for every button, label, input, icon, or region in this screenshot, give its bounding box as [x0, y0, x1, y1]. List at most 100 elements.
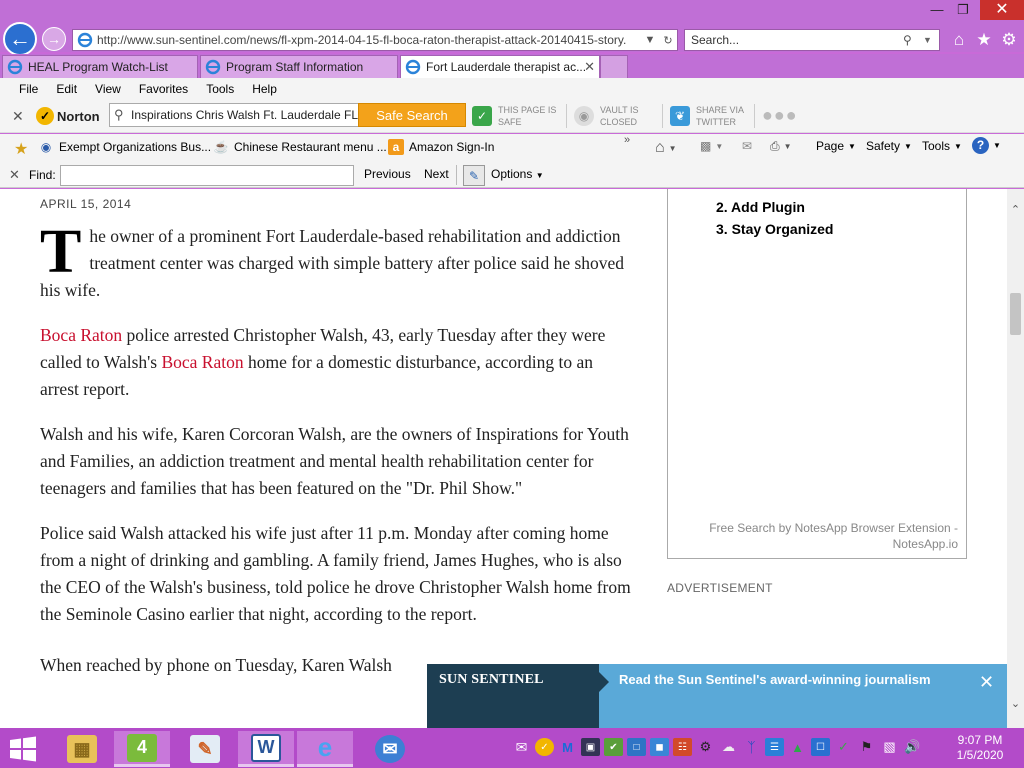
chevron-right-icon[interactable]: » [624, 134, 630, 146]
close-icon[interactable]: ✕ [584, 59, 595, 75]
menu-help[interactable]: Help [252, 82, 277, 96]
home-icon[interactable]: ⌂ ▼ [655, 139, 677, 157]
chevron-up-icon[interactable]: ⌃ [1007, 203, 1024, 219]
page-menu[interactable]: Page ▼ [816, 139, 856, 153]
print-icon[interactable]: ⎙ ▼ [770, 139, 792, 154]
page-viewport: APRIL 15, 2014 The owner of a prominent … [0, 189, 1007, 728]
dropdown-icon[interactable]: ▼ [641, 34, 659, 46]
vault-line2: CLOSED [600, 117, 638, 127]
mail-icon[interactable]: ✉ [512, 738, 531, 756]
highlight-icon[interactable]: ✎ [463, 165, 485, 186]
menu-file[interactable]: File [19, 82, 38, 96]
scroll-thumb[interactable] [1010, 293, 1021, 335]
favorites-star-icon[interactable]: ★ [973, 29, 995, 51]
close-icon[interactable]: ✕ [12, 108, 24, 125]
taskbar-app-4[interactable]: 4 [114, 731, 170, 767]
tab-label: Fort Lauderdale therapist ac... [426, 60, 587, 74]
feeds-icon[interactable]: ▩ ▼ [700, 139, 723, 153]
restore-button[interactable]: ❐ [948, 0, 978, 20]
safe-search-button[interactable]: Safe Search [358, 103, 466, 127]
search-icon[interactable]: ⚲ [903, 33, 923, 47]
mail-icon[interactable]: ✉ [742, 139, 752, 153]
system-clock[interactable]: 9:07 PM 1/5/2020 [948, 733, 1012, 763]
subscription-promo-banner[interactable]: SUN SENTINEL Read the Sun Sentinel's awa… [427, 664, 1007, 728]
notesapp-credit-link[interactable]: Free Search by NotesApp Browser Extensio… [688, 520, 958, 552]
menu-tools[interactable]: Tools [206, 82, 234, 96]
tray-app-icon[interactable]: ▲ [788, 738, 807, 756]
address-url[interactable]: http://www.sun-sentinel.com/news/fl-xpm-… [97, 33, 641, 47]
norton-logo[interactable]: ✓ Norton [36, 106, 100, 126]
page-safe-status[interactable]: ✓ THIS PAGE IS SAFE [472, 104, 556, 128]
norton-search-input[interactable]: ⚲ Inspirations Chris Walsh Ft. Lauderdal… [109, 103, 359, 127]
help-icon[interactable]: ? ▼ [972, 137, 1001, 154]
vault-status[interactable]: ◉ VAULT IS CLOSED [574, 104, 639, 128]
more-options-icon[interactable]: ●●● [762, 106, 798, 124]
tab-program-staff[interactable]: Program Staff Information [200, 55, 398, 78]
find-previous-button[interactable]: Previous [364, 167, 411, 181]
tray-app-icon[interactable]: ☁ [719, 738, 738, 756]
taskbar-thunderbird[interactable]: ✉ [362, 731, 418, 767]
ie-page-icon [7, 59, 23, 75]
boca-raton-link[interactable]: Boca Raton [40, 325, 122, 345]
boca-raton-link[interactable]: Boca Raton [161, 352, 243, 372]
tray-app-icon[interactable]: ☷ [673, 738, 692, 756]
tab-fort-lauderdale[interactable]: Fort Lauderdale therapist ac... ✕ [400, 55, 600, 78]
norton-toolbar: ✕ ✓ Norton ⚲ Inspirations Chris Walsh Ft… [0, 99, 1024, 133]
arrow-right-icon: → [47, 31, 61, 47]
steps-list: 2. Add Plugin 3. Stay Organized [716, 196, 833, 240]
browser-search-box[interactable]: Search... ⚲ ▼ [684, 29, 940, 51]
home-icon[interactable]: ⌂ [948, 29, 970, 51]
page-safe-line2: SAFE [498, 117, 522, 127]
address-bar[interactable]: http://www.sun-sentinel.com/news/fl-xpm-… [72, 29, 678, 51]
tray-app-icon[interactable]: ⚙ [696, 738, 715, 756]
close-icon[interactable]: ✕ [9, 167, 20, 183]
promo-text[interactable]: Read the Sun Sentinel's award-winning jo… [619, 672, 931, 687]
refresh-icon[interactable]: ↻ [659, 34, 677, 47]
tray-app-icon[interactable]: ☰ [765, 738, 784, 756]
find-options-button[interactable]: Options ▼ [491, 167, 544, 181]
taskbar-internet-explorer[interactable]: e [297, 731, 353, 767]
gear-icon[interactable]: ⚙ [998, 29, 1020, 51]
favorite-chinese-restaurant[interactable]: ☕ Chinese Restaurant menu ... [213, 139, 387, 155]
tools-menu[interactable]: Tools ▼ [922, 139, 962, 153]
tray-app-icon[interactable]: ▣ [581, 738, 600, 756]
menu-view[interactable]: View [95, 82, 121, 96]
favorite-amazon[interactable]: a Amazon Sign-In [388, 139, 494, 155]
safety-menu[interactable]: Safety ▼ [866, 139, 912, 153]
search-dropdown-icon[interactable]: ▼ [923, 35, 939, 45]
tab-strip: HEAL Program Watch-List Program Staff In… [0, 54, 1024, 78]
taskbar-file-explorer[interactable]: ▦ [54, 731, 110, 767]
tray-app-icon[interactable]: ✓ [834, 738, 853, 756]
menu-edit[interactable]: Edit [56, 82, 77, 96]
tray-app-icon[interactable]: ◼ [650, 738, 669, 756]
malwarebytes-icon[interactable]: M [558, 738, 577, 756]
tab-heal-program[interactable]: HEAL Program Watch-List [2, 55, 198, 78]
network-icon[interactable]: ▧ [880, 738, 899, 756]
close-window-button[interactable]: ✕ [980, 0, 1024, 20]
app-4-icon: 4 [127, 733, 157, 762]
favorite-exempt-organizations[interactable]: ◉ Exempt Organizations Bus... [38, 139, 211, 155]
forward-button[interactable]: → [42, 27, 66, 51]
find-next-button[interactable]: Next [424, 167, 449, 181]
taskbar-scheduler[interactable]: ✎ [177, 731, 233, 767]
tray-app-icon[interactable]: ✔ [604, 738, 623, 756]
clock-date: 1/5/2020 [956, 748, 1004, 762]
bluetooth-icon[interactable]: ᛉ [742, 738, 761, 756]
find-input[interactable] [60, 165, 354, 186]
taskbar-word[interactable]: W [238, 731, 294, 767]
flag-icon[interactable]: ⚑ [857, 738, 876, 756]
tray-app-icon[interactable]: □ [627, 738, 646, 756]
back-button[interactable]: ← [3, 22, 37, 56]
close-icon[interactable]: ✕ [979, 672, 994, 693]
chevron-down-icon[interactable]: ⌄ [1007, 697, 1024, 713]
menu-favorites[interactable]: Favorites [139, 82, 188, 96]
tray-app-icon[interactable]: ☐ [811, 738, 830, 756]
windows-start-icon[interactable] [8, 736, 38, 762]
new-tab-button[interactable] [600, 55, 628, 78]
share-twitter[interactable]: ❦ SHARE VIA TWITTER [670, 104, 744, 128]
volume-icon[interactable]: 🔊 [903, 738, 922, 756]
norton-tray-icon[interactable]: ✓ [535, 738, 554, 756]
add-favorites-star-icon[interactable]: ★ [14, 139, 28, 159]
folder-icon: ▦ [67, 735, 97, 763]
vertical-scrollbar[interactable]: ⌃ ⌄ [1007, 189, 1024, 728]
